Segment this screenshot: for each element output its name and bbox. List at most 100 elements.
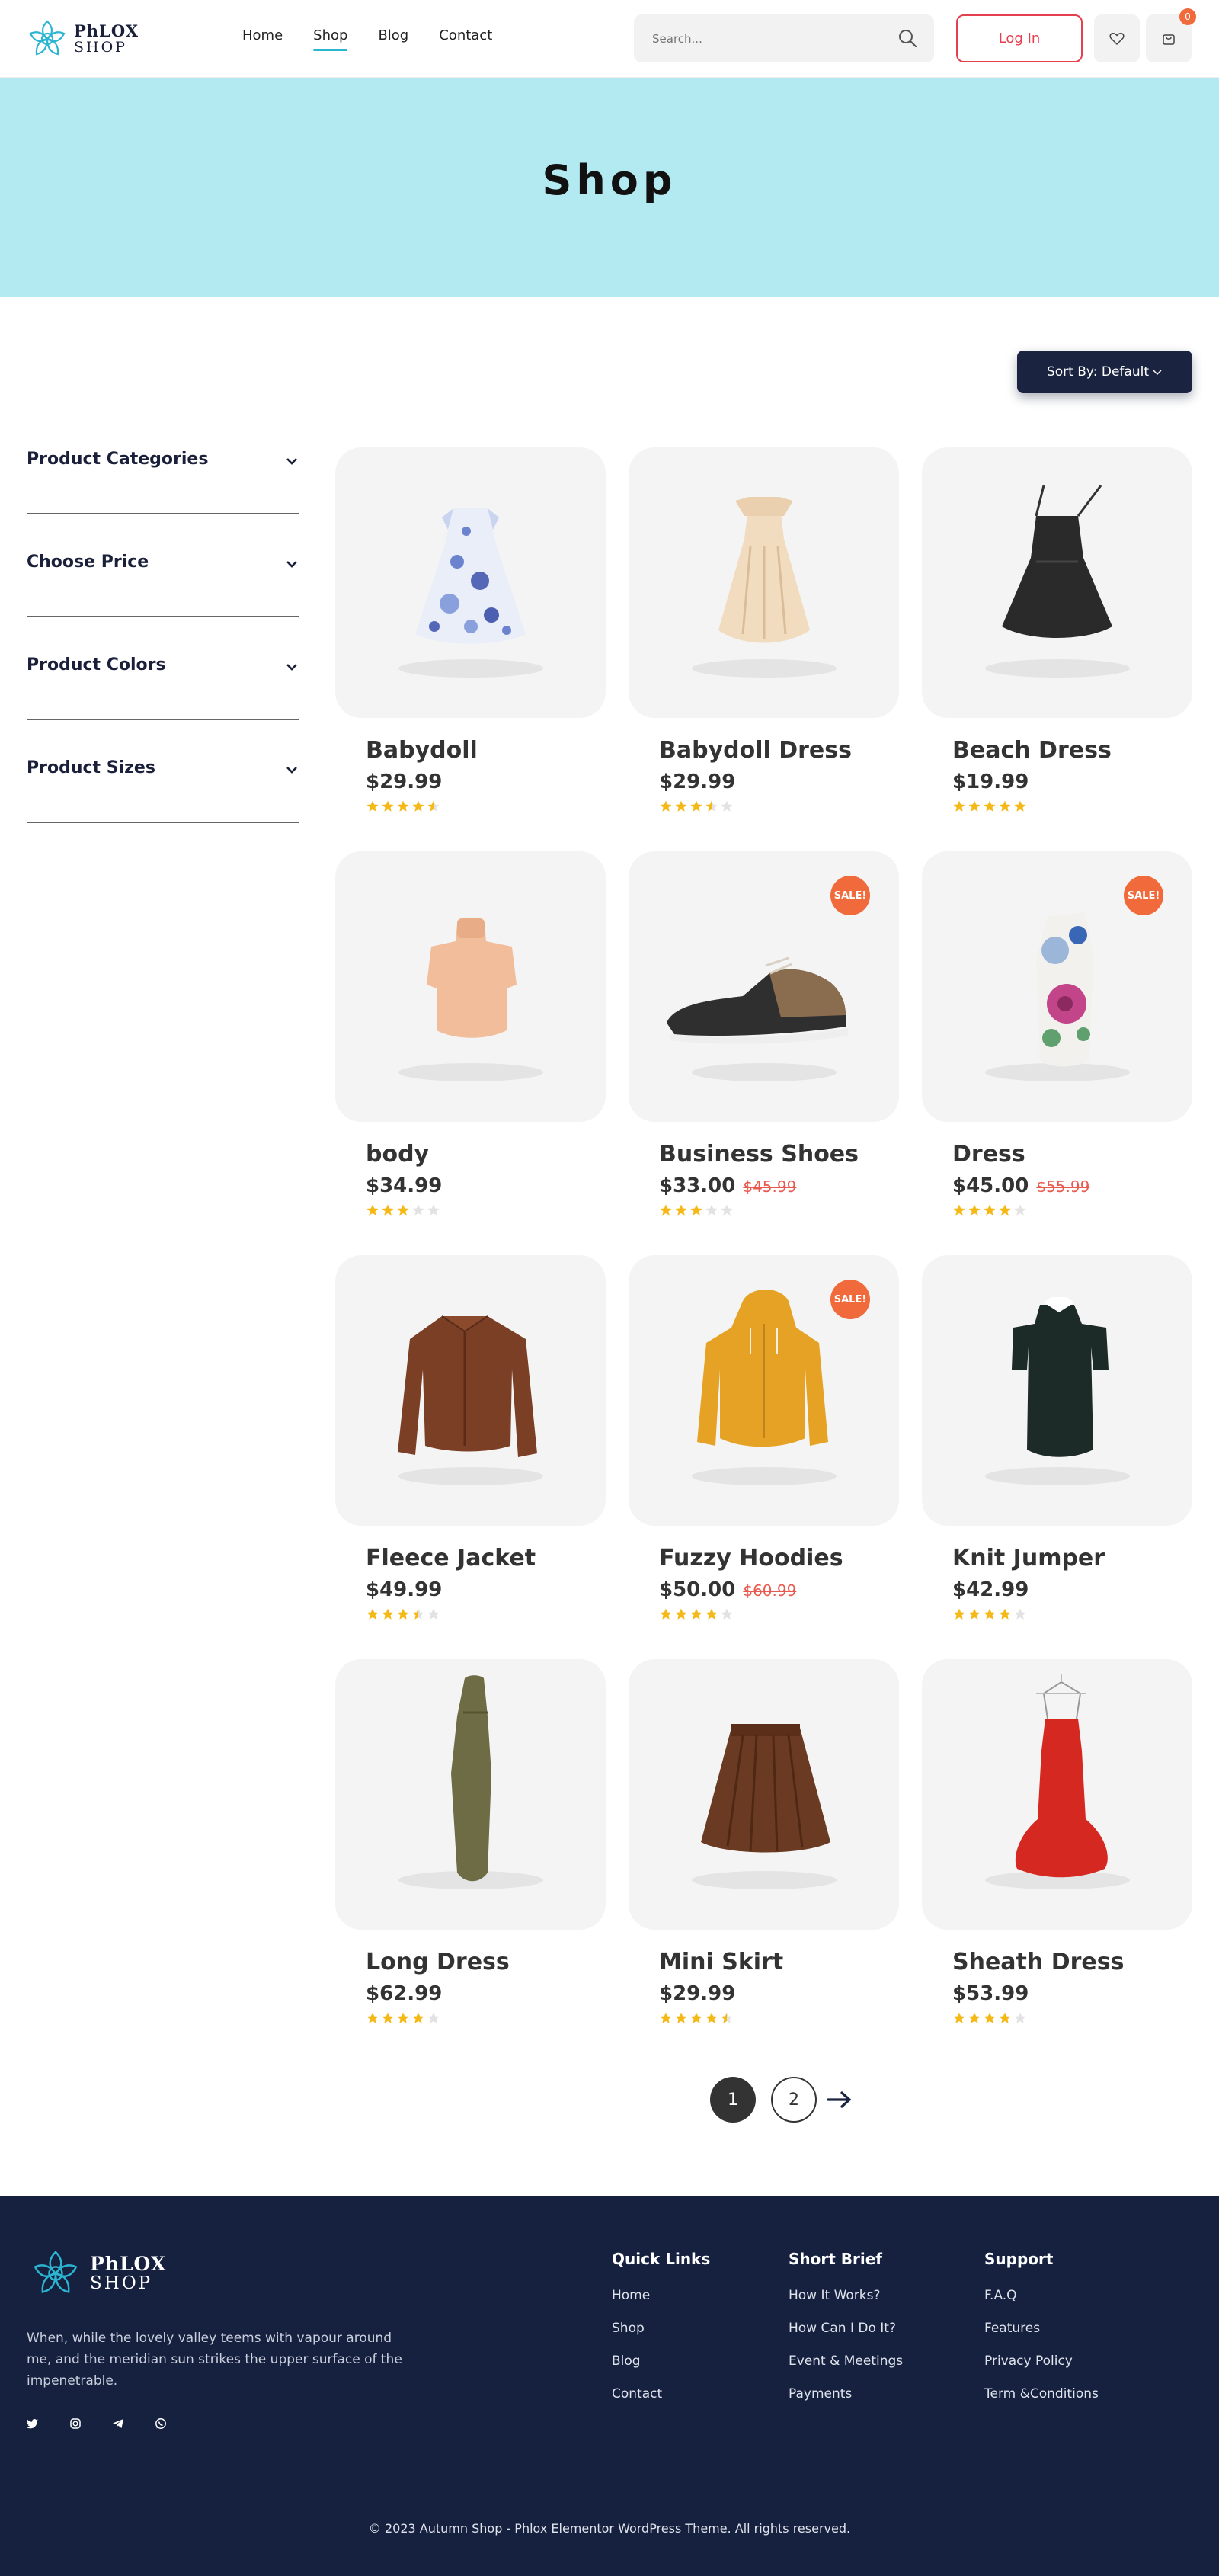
red-dress-icon bbox=[985, 1674, 1130, 1889]
product-name[interactable]: Knit Jumper bbox=[952, 1545, 1105, 1572]
search-input[interactable] bbox=[652, 28, 881, 50]
product-name[interactable]: Business Shoes bbox=[659, 1141, 859, 1168]
star-icon bbox=[705, 1204, 718, 1216]
skirt-icon bbox=[692, 1724, 837, 1889]
product-name[interactable]: Fleece Jacket bbox=[366, 1545, 536, 1572]
filter-product-colors[interactable]: Product Colors bbox=[27, 655, 299, 720]
product-card[interactable]: Sheath Dress $53.99 bbox=[922, 1659, 1192, 2023]
page-2-button[interactable]: 2 bbox=[771, 2077, 817, 2123]
current-price: $50.00 bbox=[659, 1578, 736, 1601]
nav-contact[interactable]: Contact bbox=[439, 27, 492, 51]
product-name[interactable]: Sheath Dress bbox=[952, 1949, 1124, 1975]
product-card[interactable]: Fleece Jacket $49.99 bbox=[335, 1255, 606, 1620]
filter-choose-price[interactable]: Choose Price bbox=[27, 553, 299, 617]
footer-col-support: Support F.A.Q Features Privacy Policy Te… bbox=[984, 2250, 1099, 2419]
star-icon bbox=[1014, 1204, 1026, 1216]
star-icon bbox=[382, 2012, 394, 2023]
footer-link[interactable]: Event & Meetings bbox=[789, 2353, 903, 2369]
product-card[interactable]: Babydoll $29.99 bbox=[335, 447, 606, 812]
filter-title: Product Colors bbox=[27, 655, 166, 674]
star-icon bbox=[397, 1204, 409, 1216]
product-image[interactable] bbox=[629, 447, 899, 718]
product-card[interactable]: SALE! Business Shoes $33.00 $45.99 bbox=[629, 851, 899, 1216]
login-button[interactable]: Log In bbox=[956, 14, 1083, 62]
footer-link[interactable]: How It Works? bbox=[789, 2288, 903, 2303]
product-card[interactable]: Long Dress $62.99 bbox=[335, 1659, 606, 2023]
star-icon bbox=[690, 1608, 702, 1620]
product-image[interactable] bbox=[922, 1659, 1192, 1930]
star-icon bbox=[366, 800, 379, 812]
product-name[interactable]: body bbox=[366, 1141, 429, 1168]
product-card[interactable]: SALE! Fuzzy Hoodies $50.00 $60.99 bbox=[629, 1255, 899, 1620]
nav-home[interactable]: Home bbox=[242, 27, 283, 51]
star-icon bbox=[721, 2012, 733, 2023]
product-card[interactable]: SALE! Dress $45.00 $55.99 bbox=[922, 851, 1192, 1216]
product-price: $29.99 bbox=[659, 771, 735, 793]
star-icon bbox=[984, 800, 996, 812]
product-image[interactable] bbox=[922, 447, 1192, 718]
footer-link[interactable]: Privacy Policy bbox=[984, 2353, 1099, 2369]
product-name[interactable]: Long Dress bbox=[366, 1949, 510, 1975]
star-icon bbox=[721, 800, 733, 812]
search-icon[interactable] bbox=[897, 28, 917, 48]
page-1-button[interactable]: 1 bbox=[710, 2077, 756, 2123]
product-image[interactable]: SALE! bbox=[629, 851, 899, 1122]
nav-blog[interactable]: Blog bbox=[378, 27, 408, 51]
star-icon bbox=[968, 1204, 981, 1216]
star-icon bbox=[660, 2012, 672, 2023]
current-price: $19.99 bbox=[952, 771, 1029, 793]
arrow-right-icon[interactable] bbox=[826, 2089, 853, 2110]
nav-shop[interactable]: Shop bbox=[313, 27, 348, 51]
jacket-icon bbox=[398, 1315, 543, 1485]
footer-link[interactable]: F.A.Q bbox=[984, 2288, 1099, 2303]
footer-link[interactable]: Payments bbox=[789, 2386, 903, 2401]
footer-logo[interactable]: PhLOX SHOP bbox=[30, 2248, 166, 2299]
star-icon bbox=[382, 800, 394, 812]
product-name[interactable]: Babydoll Dress bbox=[659, 737, 852, 764]
product-name[interactable]: Babydoll bbox=[366, 737, 478, 764]
product-card[interactable]: body $34.99 bbox=[335, 851, 606, 1216]
footer-link[interactable]: How Can I Do It? bbox=[789, 2321, 903, 2336]
sort-dropdown[interactable]: Sort By: Default bbox=[1017, 351, 1192, 393]
filter-product-categories[interactable]: Product Categories bbox=[27, 450, 299, 514]
product-image[interactable]: SALE! bbox=[629, 1255, 899, 1526]
star-icon bbox=[660, 1204, 672, 1216]
product-name[interactable]: Fuzzy Hoodies bbox=[659, 1545, 843, 1572]
product-image[interactable]: SALE! bbox=[922, 851, 1192, 1122]
product-image[interactable] bbox=[335, 1255, 606, 1526]
footer-link[interactable]: Term &Conditions bbox=[984, 2386, 1099, 2401]
rating-stars bbox=[952, 799, 1029, 817]
product-name[interactable]: Dress bbox=[952, 1141, 1025, 1168]
footer-link[interactable]: Features bbox=[984, 2321, 1099, 2336]
product-image[interactable] bbox=[335, 851, 606, 1122]
footer-link[interactable]: Blog bbox=[612, 2353, 710, 2369]
product-image[interactable] bbox=[629, 1659, 899, 1930]
product-card[interactable]: Mini Skirt $29.99 bbox=[629, 1659, 899, 2023]
twitter-icon[interactable] bbox=[27, 2417, 39, 2430]
footer-link[interactable]: Shop bbox=[612, 2321, 710, 2336]
product-image[interactable] bbox=[335, 447, 606, 718]
heart-icon bbox=[1109, 32, 1125, 45]
instagram-icon[interactable] bbox=[69, 2417, 82, 2430]
product-name[interactable]: Beach Dress bbox=[952, 737, 1112, 764]
product-card[interactable]: Babydoll Dress $29.99 bbox=[629, 447, 899, 812]
star-icon bbox=[382, 1608, 394, 1620]
product-image[interactable] bbox=[335, 1659, 606, 1930]
product-price: $19.99 bbox=[952, 771, 1029, 793]
product-card[interactable]: Knit Jumper $42.99 bbox=[922, 1255, 1192, 1620]
product-name[interactable]: Mini Skirt bbox=[659, 1949, 783, 1975]
rating-stars bbox=[659, 1203, 735, 1221]
footer-link[interactable]: Home bbox=[612, 2288, 710, 2303]
telegram-icon[interactable] bbox=[112, 2417, 124, 2430]
footer-link[interactable]: Contact bbox=[612, 2386, 710, 2401]
filter-product-sizes[interactable]: Product Sizes bbox=[27, 758, 299, 823]
filter-title: Product Sizes bbox=[27, 758, 155, 777]
wishlist-button[interactable] bbox=[1094, 14, 1140, 62]
star-icon bbox=[984, 1608, 996, 1620]
product-image[interactable] bbox=[922, 1255, 1192, 1526]
product-card[interactable]: Beach Dress $19.99 bbox=[922, 447, 1192, 812]
current-price: $29.99 bbox=[659, 771, 736, 793]
gown-icon bbox=[692, 497, 837, 678]
whatsapp-icon[interactable] bbox=[155, 2417, 167, 2430]
site-logo[interactable]: PhLOX SHOP bbox=[27, 18, 139, 59]
